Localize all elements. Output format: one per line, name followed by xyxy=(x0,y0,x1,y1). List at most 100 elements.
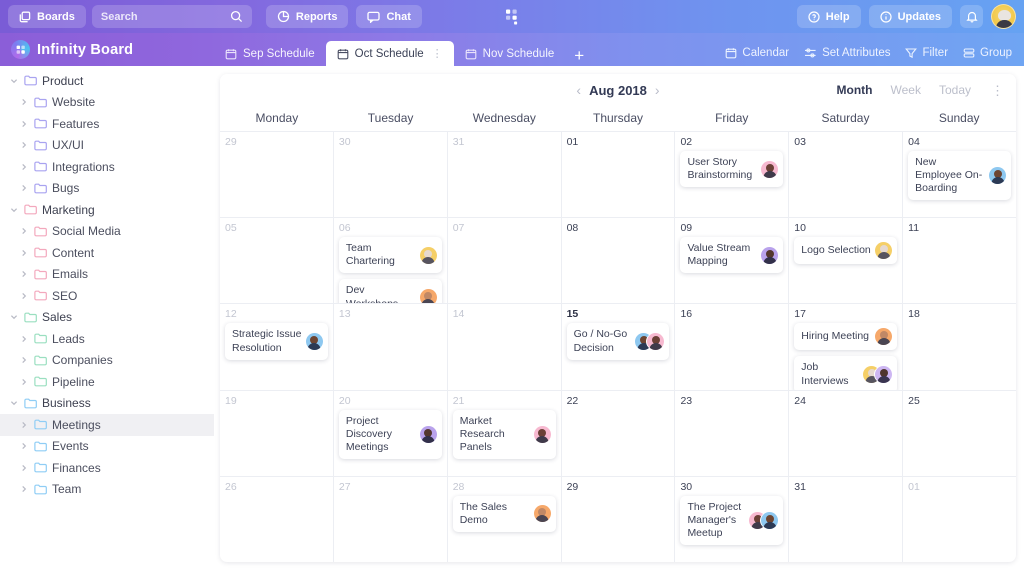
calendar-event[interactable]: The Sales Demo xyxy=(452,495,556,533)
calendar-day-cell[interactable]: 20 Project Discovery Meetings xyxy=(334,390,448,476)
event-assignees[interactable] xyxy=(305,333,323,351)
calendar-event[interactable]: New Employee On-Boarding xyxy=(908,151,1012,201)
calendar-event[interactable]: Dev Workshops xyxy=(338,279,442,304)
sidebar-item-events[interactable]: Events xyxy=(0,436,214,458)
view-week-button[interactable]: Week xyxy=(891,83,921,97)
calendar-day-cell[interactable]: 06 Team Chartering Dev Workshops xyxy=(334,218,448,304)
event-assignees[interactable] xyxy=(875,242,893,260)
event-assignees[interactable] xyxy=(989,167,1007,185)
chevron-right-icon[interactable] xyxy=(18,292,29,300)
calendar-event[interactable]: Job Interviews xyxy=(794,356,898,390)
tab-sep-schedule[interactable]: Sep Schedule xyxy=(214,41,326,66)
reports-button[interactable]: Reports xyxy=(265,5,349,28)
calendar-day-cell[interactable]: 17 Hiring Meeting Job Interviews xyxy=(789,304,904,390)
calendar-day-cell[interactable]: 01 xyxy=(903,477,1016,562)
calendar-day-cell[interactable]: 02 User Story Brainstorming xyxy=(675,132,790,218)
chevron-right-icon[interactable] xyxy=(18,356,29,364)
chevron-right-icon[interactable] xyxy=(18,421,29,429)
calendar-day-cell[interactable]: 21 Market Research Panels xyxy=(448,390,562,476)
sidebar-item-team[interactable]: Team xyxy=(0,479,214,501)
calendar-day-cell[interactable]: 30 xyxy=(334,132,448,218)
sidebar-item-seo[interactable]: SEO xyxy=(0,285,214,307)
calendar-day-cell[interactable]: 23 xyxy=(675,390,790,476)
calendar-day-cell[interactable]: 16 xyxy=(675,304,790,390)
calendar-event[interactable]: Hiring Meeting xyxy=(794,323,898,351)
calendar-options-icon[interactable]: ⋮ xyxy=(989,84,1004,97)
user-avatar[interactable] xyxy=(991,4,1016,29)
view-month-button[interactable]: Month xyxy=(837,83,873,97)
calendar-day-cell[interactable]: 22 xyxy=(562,390,676,476)
sidebar-item-finances[interactable]: Finances xyxy=(0,457,214,479)
calendar-day-cell[interactable]: 11 xyxy=(903,218,1016,303)
board-brand[interactable]: Infinity Board xyxy=(0,33,214,66)
event-assignees[interactable] xyxy=(419,246,437,264)
chevron-right-icon[interactable] xyxy=(18,163,29,171)
calendar-day-cell[interactable]: 03 xyxy=(789,132,904,218)
event-assignees[interactable] xyxy=(863,366,893,384)
calendar-day-cell[interactable]: 26 xyxy=(220,476,334,562)
calendar-day-cell[interactable]: 04 New Employee On-Boarding xyxy=(903,132,1016,217)
calendar-event[interactable]: Logo Selection xyxy=(794,237,898,265)
calendar-event[interactable]: Value Stream Mapping xyxy=(680,237,784,274)
chevron-right-icon[interactable] xyxy=(18,442,29,450)
sidebar-item-content[interactable]: Content xyxy=(0,242,214,264)
set-attributes-button[interactable]: Set Attributes xyxy=(804,47,890,59)
event-assignees[interactable] xyxy=(761,246,779,264)
filter-button[interactable]: Filter xyxy=(905,47,948,59)
group-button[interactable]: Group xyxy=(963,47,1012,59)
sidebar-item-ux-ui[interactable]: UX/UI xyxy=(0,135,214,157)
calendar-event[interactable]: Strategic Issue Resolution xyxy=(225,323,328,360)
chevron-right-icon[interactable] xyxy=(18,184,29,192)
sidebar-item-business[interactable]: Business xyxy=(0,393,214,415)
app-logo-icon[interactable] xyxy=(500,4,525,29)
calendar-event[interactable]: Project Discovery Meetings xyxy=(338,409,442,459)
add-tab-button[interactable]: + xyxy=(565,47,593,66)
chevron-right-icon[interactable] xyxy=(18,335,29,343)
event-assignees[interactable] xyxy=(533,425,551,443)
calendar-day-cell[interactable]: 28 The Sales Demo xyxy=(448,476,562,562)
chevron-down-icon[interactable] xyxy=(8,313,19,321)
event-assignees[interactable] xyxy=(419,289,437,304)
boards-button[interactable]: Boards xyxy=(8,5,86,28)
calendar-event[interactable]: Go / No-Go Decision xyxy=(566,323,670,360)
tab-nov-schedule[interactable]: Nov Schedule xyxy=(454,41,566,66)
calendar-event[interactable]: Market Research Panels xyxy=(452,409,556,459)
sidebar-item-bugs[interactable]: Bugs xyxy=(0,178,214,200)
calendar-day-cell[interactable]: 12 Strategic Issue Resolution xyxy=(220,304,334,390)
search-input[interactable]: Search xyxy=(91,5,252,28)
calendar-day-cell[interactable]: 18 xyxy=(903,304,1016,389)
updates-button[interactable]: Updates xyxy=(868,5,952,28)
calendar-event[interactable]: User Story Brainstorming xyxy=(680,151,784,188)
sidebar-item-social-media[interactable]: Social Media xyxy=(0,221,214,243)
sidebar-item-marketing[interactable]: Marketing xyxy=(0,199,214,221)
calendar-day-cell[interactable]: 08 xyxy=(562,218,676,304)
tab-oct-schedule[interactable]: Oct Schedule ⋮ xyxy=(325,41,454,66)
help-button[interactable]: Help xyxy=(796,5,861,28)
calendar-day-cell[interactable]: 29 xyxy=(562,476,676,562)
sidebar-item-pipeline[interactable]: Pipeline xyxy=(0,371,214,393)
chevron-right-icon[interactable] xyxy=(18,98,29,106)
calendar-day-cell[interactable]: 30 The Project Manager's Meetup xyxy=(675,476,790,562)
chevron-right-icon[interactable] xyxy=(18,378,29,386)
event-assignees[interactable] xyxy=(533,505,551,523)
calendar-day-cell[interactable]: 09 Value Stream Mapping xyxy=(675,218,790,304)
calendar-day-cell[interactable]: 27 xyxy=(334,476,448,562)
event-assignees[interactable] xyxy=(875,328,893,346)
calendar-day-cell[interactable]: 25 xyxy=(903,391,1016,476)
sidebar-item-integrations[interactable]: Integrations xyxy=(0,156,214,178)
sidebar-item-features[interactable]: Features xyxy=(0,113,214,135)
view-today-button[interactable]: Today xyxy=(939,83,971,97)
chevron-right-icon[interactable] xyxy=(18,120,29,128)
chevron-right-icon[interactable] xyxy=(18,485,29,493)
calendar-view-button[interactable]: Calendar xyxy=(725,47,789,59)
chevron-right-icon[interactable] xyxy=(18,227,29,235)
sidebar-item-product[interactable]: Product xyxy=(0,70,214,92)
sidebar-item-website[interactable]: Website xyxy=(0,92,214,114)
calendar-day-cell[interactable]: 13 xyxy=(334,304,448,390)
calendar-day-cell[interactable]: 10 Logo Selection xyxy=(789,218,904,304)
chevron-down-icon[interactable] xyxy=(8,77,19,85)
calendar-day-cell[interactable]: 19 xyxy=(220,390,334,476)
next-month-button[interactable]: › xyxy=(647,82,668,98)
chevron-right-icon[interactable] xyxy=(18,464,29,472)
sidebar-item-sales[interactable]: Sales xyxy=(0,307,214,329)
